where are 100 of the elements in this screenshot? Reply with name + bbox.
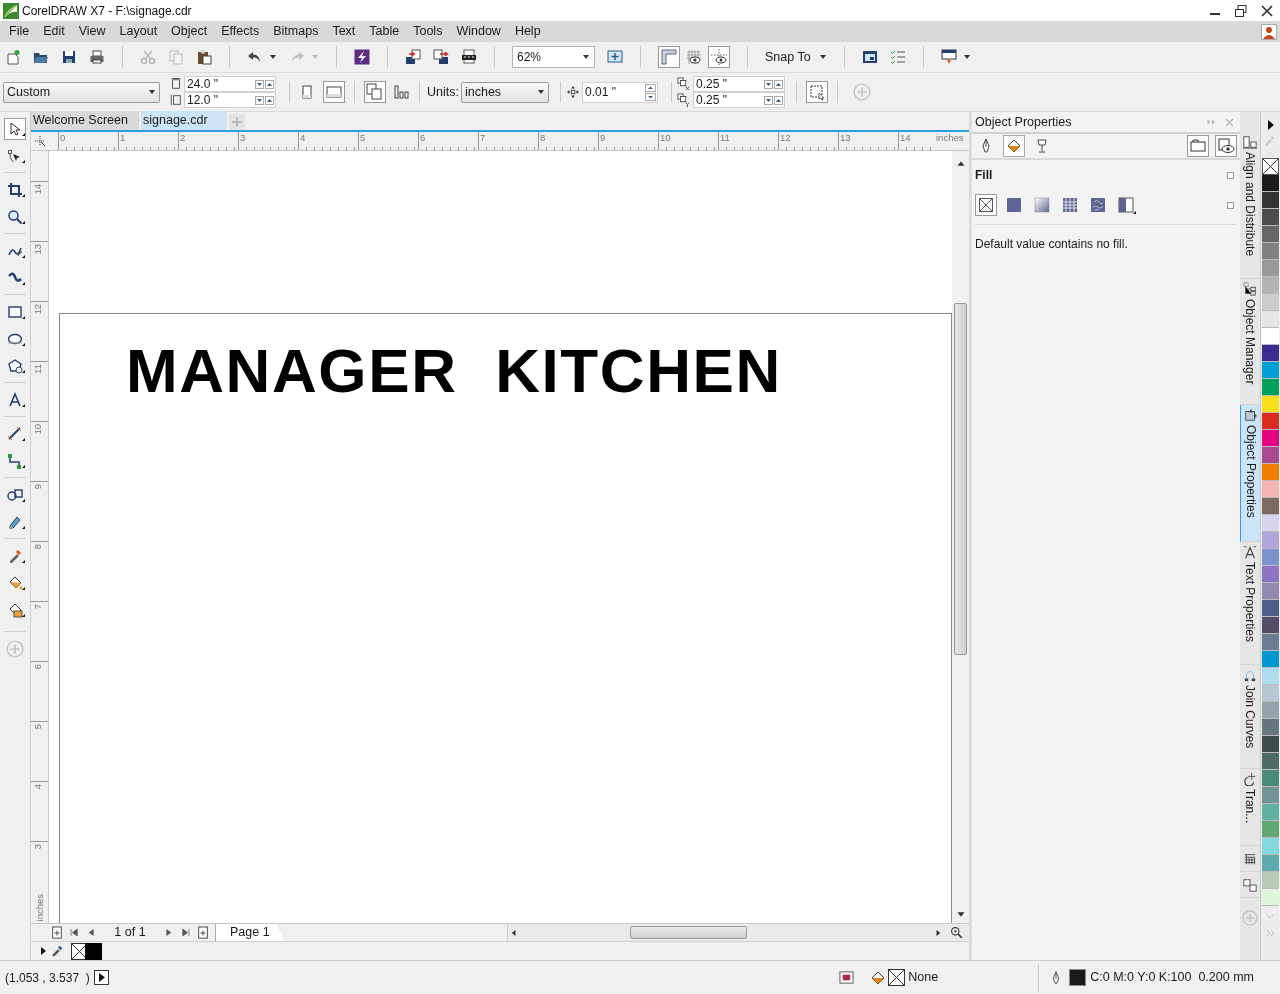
menu-item[interactable]: Effects <box>214 21 267 42</box>
zoom-icon[interactable] <box>950 926 963 939</box>
color-swatch[interactable] <box>1261 481 1279 498</box>
lightning-app-icon[interactable] <box>354 49 370 65</box>
scrollbar-thumb[interactable] <box>954 303 967 655</box>
portrait-icon[interactable] <box>299 84 315 100</box>
color-swatch[interactable] <box>1261 413 1279 430</box>
color-swatch[interactable] <box>1261 600 1279 617</box>
color-swatch[interactable] <box>1261 753 1279 770</box>
table-icon[interactable] <box>1243 851 1257 866</box>
docker-tab[interactable]: Tran... <box>1240 769 1260 846</box>
docker-tab[interactable]: Join Curves <box>1240 665 1260 769</box>
nudge-field[interactable]: 0.01 " <box>581 81 658 103</box>
no-color-swatch[interactable] <box>1261 158 1279 175</box>
color-swatch[interactable] <box>1261 260 1279 277</box>
new-document-icon[interactable] <box>5 49 21 65</box>
color-swatch[interactable] <box>1261 311 1279 328</box>
eyedropper-icon[interactable] <box>51 944 65 958</box>
gradient-fill-icon[interactable] <box>1031 194 1053 216</box>
units-dropdown[interactable]: inches <box>460 81 549 103</box>
document-tab[interactable]: signage.cdr <box>141 111 227 130</box>
color-swatch[interactable] <box>1261 617 1279 634</box>
welcome-screen-icon[interactable] <box>861 49 878 65</box>
spin-down-icon[interactable] <box>255 95 264 105</box>
duplicate-y-field[interactable]: 0.25 " <box>692 92 785 108</box>
color-swatch[interactable] <box>1261 447 1279 464</box>
docker-tab[interactable]: Text Properties <box>1240 542 1260 665</box>
spin-up-icon[interactable] <box>265 79 274 89</box>
checklist-icon[interactable] <box>889 49 906 65</box>
color-swatch[interactable] <box>1261 498 1279 515</box>
add-page-icon[interactable] <box>197 925 209 940</box>
next-page-icon[interactable] <box>163 927 174 938</box>
page-width-field[interactable]: 24.0 " <box>184 76 276 92</box>
color-swatch[interactable] <box>1261 209 1279 226</box>
color-swatch[interactable] <box>1261 872 1279 889</box>
first-page-icon[interactable] <box>69 927 80 938</box>
menu-item[interactable]: Object <box>164 21 215 42</box>
color-swatch[interactable] <box>1261 685 1279 702</box>
color-swatch[interactable] <box>1261 345 1279 362</box>
color-swatch[interactable] <box>85 942 102 960</box>
color-swatch[interactable] <box>1261 192 1279 209</box>
previous-page-icon[interactable] <box>86 927 97 938</box>
color-swatch[interactable] <box>1261 532 1279 549</box>
zoom-level-dropdown[interactable]: 62% <box>512 46 595 68</box>
color-swatch[interactable] <box>1261 770 1279 787</box>
expand-arrow-icon[interactable] <box>38 945 48 957</box>
color-swatch[interactable] <box>1261 821 1279 838</box>
grid-view-icon[interactable] <box>686 49 702 65</box>
color-swatch[interactable] <box>1261 515 1279 532</box>
export-icon[interactable] <box>433 49 449 65</box>
launcher-icon[interactable] <box>940 49 957 65</box>
color-swatch[interactable] <box>1261 855 1279 872</box>
caret-icon[interactable] <box>269 54 277 60</box>
expand-arrow-icon[interactable] <box>1265 118 1275 132</box>
menu-item[interactable]: Tools <box>406 21 450 42</box>
color-swatch[interactable] <box>1261 396 1279 413</box>
document-export-icon[interactable] <box>461 49 477 65</box>
spin-up-icon[interactable] <box>265 95 274 105</box>
save-icon[interactable] <box>61 49 77 65</box>
color-swatch[interactable] <box>1261 362 1279 379</box>
menu-item[interactable]: Bitmaps <box>266 21 326 42</box>
fill-bucket-icon[interactable] <box>1003 135 1025 157</box>
color-swatch[interactable] <box>1261 175 1279 192</box>
sign-text[interactable]: MANAGER KITCHEN <box>126 340 951 402</box>
duplicate-x-field[interactable]: 0.25 " <box>692 76 785 92</box>
two-color-fill-icon[interactable] <box>1115 194 1137 216</box>
color-swatch[interactable] <box>1261 719 1279 736</box>
docker-tab[interactable]: Align and Distribute <box>1240 132 1260 279</box>
spin-down-icon[interactable] <box>763 79 773 89</box>
spin-up-icon[interactable] <box>773 95 783 105</box>
color-swatch[interactable] <box>1261 651 1279 668</box>
play-icon[interactable] <box>93 970 109 985</box>
color-swatch[interactable] <box>1261 889 1279 906</box>
color-swatch[interactable] <box>1261 379 1279 396</box>
ruler-origin-icon[interactable] <box>34 135 46 147</box>
guidelines-icon[interactable] <box>708 46 730 68</box>
menu-item[interactable]: View <box>71 21 113 42</box>
menu-item[interactable]: Layout <box>112 21 165 42</box>
spin-up-icon[interactable] <box>644 83 656 92</box>
caret-icon[interactable] <box>148 89 156 95</box>
frame-icon[interactable] <box>1187 135 1209 157</box>
shapes-icon[interactable] <box>1243 877 1257 892</box>
caret-icon[interactable] <box>536 89 545 95</box>
color-swatch[interactable] <box>1261 226 1279 243</box>
restore-icon[interactable] <box>1233 2 1249 19</box>
color-swatch[interactable] <box>1261 736 1279 753</box>
menu-item[interactable]: Edit <box>36 21 72 42</box>
caret-icon[interactable] <box>962 54 971 60</box>
no-fill-icon[interactable] <box>975 194 997 216</box>
color-swatch[interactable] <box>1261 787 1279 804</box>
color-swatch[interactable] <box>1261 464 1279 481</box>
expand-box[interactable] <box>1227 171 1234 179</box>
spin-down-icon[interactable] <box>763 95 773 105</box>
color-swatch[interactable] <box>1261 668 1279 685</box>
color-swatch[interactable] <box>1261 702 1279 719</box>
color-swatch[interactable] <box>1261 294 1279 311</box>
page-height-field[interactable]: 12.0 " <box>184 92 276 108</box>
menu-item[interactable]: Text <box>325 21 363 42</box>
landscape-icon[interactable] <box>323 81 345 103</box>
menu-item[interactable]: Help <box>507 21 548 42</box>
